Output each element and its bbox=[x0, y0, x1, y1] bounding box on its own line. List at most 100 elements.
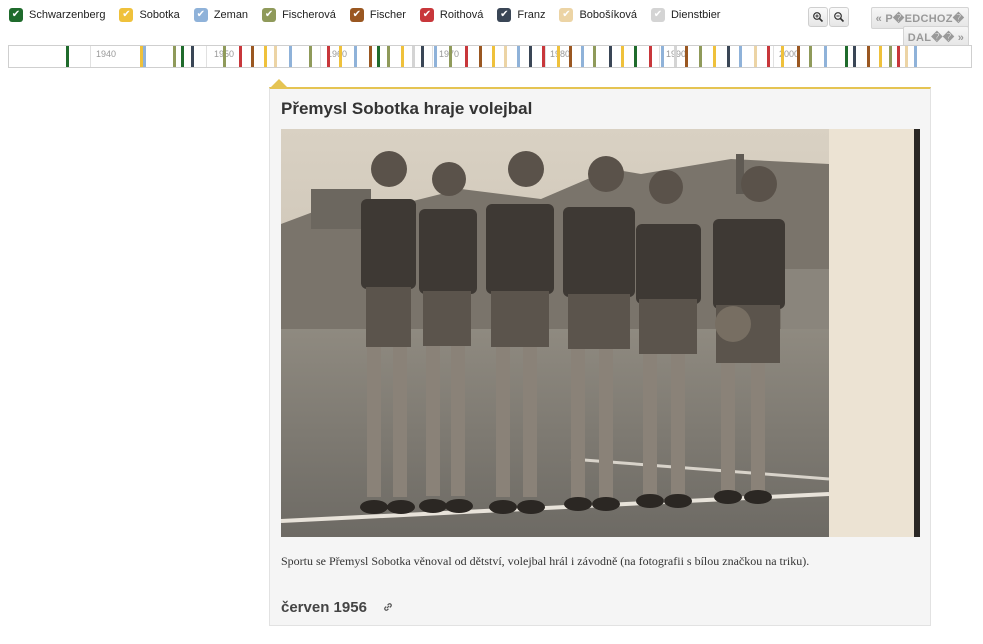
legend-label: Dienstbier bbox=[670, 9, 721, 21]
timeline-event-mark[interactable] bbox=[713, 46, 716, 67]
legend-item-franz[interactable]: ✔ Franz bbox=[497, 8, 545, 22]
event-photo bbox=[281, 129, 920, 537]
checkbox-checked-icon[interactable]: ✔ bbox=[349, 8, 364, 22]
timeline-event-mark[interactable] bbox=[377, 46, 380, 67]
timeline-event-mark[interactable] bbox=[649, 46, 652, 67]
legend-item-schwarzenberg[interactable]: ✔ Schwarzenberg bbox=[9, 8, 105, 22]
timeline-event-mark[interactable] bbox=[434, 46, 437, 67]
timeline-tick bbox=[206, 46, 207, 67]
timeline-event-mark[interactable] bbox=[621, 46, 624, 67]
timeline[interactable]: 1940195019601970198019902000 bbox=[8, 45, 972, 68]
legend-label: Franz bbox=[517, 9, 546, 21]
timeline-tick bbox=[773, 46, 774, 67]
timeline-pointer bbox=[271, 79, 287, 87]
timeline-event-mark[interactable] bbox=[66, 46, 69, 67]
timeline-event-mark[interactable] bbox=[492, 46, 495, 67]
timeline-event-mark[interactable] bbox=[517, 46, 520, 67]
timeline-event-mark[interactable] bbox=[897, 46, 900, 67]
checkbox-checked-icon[interactable]: ✔ bbox=[650, 8, 665, 22]
timeline-event-mark[interactable] bbox=[354, 46, 357, 67]
legend-label: Schwarzenberg bbox=[29, 9, 106, 21]
timeline-event-mark[interactable] bbox=[465, 46, 468, 67]
timeline-event-mark[interactable] bbox=[754, 46, 757, 67]
timeline-event-mark[interactable] bbox=[609, 46, 612, 67]
timeline-event-mark[interactable] bbox=[674, 46, 677, 67]
zoom-out-icon bbox=[834, 12, 845, 23]
timeline-event-mark[interactable] bbox=[339, 46, 342, 67]
zoom-out-button[interactable] bbox=[829, 7, 849, 27]
timeline-event-mark[interactable] bbox=[797, 46, 800, 67]
timeline-event-mark[interactable] bbox=[143, 46, 146, 67]
legend-item-roithová[interactable]: ✔ Roithová bbox=[419, 8, 483, 22]
timeline-event-mark[interactable] bbox=[181, 46, 184, 67]
timeline-event-mark[interactable] bbox=[557, 46, 560, 67]
legend-item-sobotka[interactable]: ✔ Sobotka bbox=[119, 8, 180, 22]
timeline-event-mark[interactable] bbox=[504, 46, 507, 67]
timeline-event-mark[interactable] bbox=[809, 46, 812, 67]
timeline-event-mark[interactable] bbox=[739, 46, 742, 67]
timeline-event-mark[interactable] bbox=[412, 46, 415, 67]
legend-item-dienstbier[interactable]: ✔ Dienstbier bbox=[650, 8, 721, 22]
timeline-event-mark[interactable] bbox=[529, 46, 532, 67]
timeline-event-mark[interactable] bbox=[581, 46, 584, 67]
timeline-tick bbox=[320, 46, 321, 67]
checkbox-checked-icon[interactable]: ✔ bbox=[559, 8, 574, 22]
legend-label: Fischerová bbox=[282, 9, 336, 21]
checkbox-checked-icon[interactable]: ✔ bbox=[419, 8, 434, 22]
timeline-event-mark[interactable] bbox=[369, 46, 372, 67]
timeline-tick bbox=[90, 46, 91, 67]
legend-label: Sobotka bbox=[139, 9, 180, 21]
checkbox-checked-icon[interactable]: ✔ bbox=[262, 8, 277, 22]
timeline-event-mark[interactable] bbox=[767, 46, 770, 67]
timeline-event-mark[interactable] bbox=[264, 46, 267, 67]
legend-label: Fischer bbox=[369, 9, 406, 21]
timeline-event-mark[interactable] bbox=[699, 46, 702, 67]
checkbox-checked-icon[interactable]: ✔ bbox=[119, 8, 134, 22]
zoom-in-button[interactable] bbox=[808, 7, 828, 27]
timeline-event-mark[interactable] bbox=[327, 46, 330, 67]
timeline-event-mark[interactable] bbox=[914, 46, 917, 67]
checkbox-checked-icon[interactable]: ✔ bbox=[497, 8, 512, 22]
timeline-event-mark[interactable] bbox=[289, 46, 292, 67]
checkbox-checked-icon[interactable]: ✔ bbox=[193, 8, 208, 22]
candidate-legend: ✔ Schwarzenberg ✔ Sobotka ✔ Zeman ✔ Fischerová ✔… bbox=[9, 6, 734, 24]
timeline-event-mark[interactable] bbox=[479, 46, 482, 67]
timeline-event-mark[interactable] bbox=[239, 46, 242, 67]
timeline-event-mark[interactable] bbox=[867, 46, 870, 67]
timeline-event-mark[interactable] bbox=[251, 46, 254, 67]
timeline-event-mark[interactable] bbox=[727, 46, 730, 67]
timeline-event-mark[interactable] bbox=[905, 46, 908, 67]
event-caption: Sportu se Přemysl Sobotka věnoval od dět… bbox=[281, 554, 810, 568]
timeline-event-mark[interactable] bbox=[309, 46, 312, 67]
timeline-event-mark[interactable] bbox=[569, 46, 572, 67]
timeline-event-mark[interactable] bbox=[879, 46, 882, 67]
event-title: Přemysl Sobotka hraje volejbal bbox=[281, 99, 533, 118]
timeline-event-mark[interactable] bbox=[889, 46, 892, 67]
event-card: Přemysl Sobotka hraje volejbal Sportu se… bbox=[269, 87, 931, 626]
checkbox-checked-icon[interactable]: ✔ bbox=[9, 8, 23, 22]
timeline-event-mark[interactable] bbox=[634, 46, 637, 67]
timeline-event-mark[interactable] bbox=[387, 46, 390, 67]
legend-item-zeman[interactable]: ✔ Zeman bbox=[193, 8, 249, 22]
timeline-tick bbox=[545, 46, 546, 67]
permalink-icon[interactable] bbox=[383, 602, 393, 612]
legend-item-bobošíková[interactable]: ✔ Bobošíková bbox=[559, 8, 637, 22]
timeline-event-mark[interactable] bbox=[853, 46, 856, 67]
timeline-event-mark[interactable] bbox=[845, 46, 848, 67]
timeline-event-mark[interactable] bbox=[661, 46, 664, 67]
timeline-event-mark[interactable] bbox=[223, 46, 226, 67]
timeline-event-mark[interactable] bbox=[824, 46, 827, 67]
timeline-event-mark[interactable] bbox=[191, 46, 194, 67]
timeline-event-mark[interactable] bbox=[449, 46, 452, 67]
timeline-event-mark[interactable] bbox=[401, 46, 404, 67]
timeline-event-mark[interactable] bbox=[781, 46, 784, 67]
timeline-event-mark[interactable] bbox=[274, 46, 277, 67]
timeline-event-mark[interactable] bbox=[173, 46, 176, 67]
legend-item-fischerová[interactable]: ✔ Fischerová bbox=[262, 8, 336, 22]
timeline-event-mark[interactable] bbox=[542, 46, 545, 67]
legend-label: Zeman bbox=[213, 9, 249, 21]
timeline-event-mark[interactable] bbox=[685, 46, 688, 67]
timeline-event-mark[interactable] bbox=[593, 46, 596, 67]
timeline-event-mark[interactable] bbox=[421, 46, 424, 67]
legend-item-fischer[interactable]: ✔ Fischer bbox=[349, 8, 406, 22]
